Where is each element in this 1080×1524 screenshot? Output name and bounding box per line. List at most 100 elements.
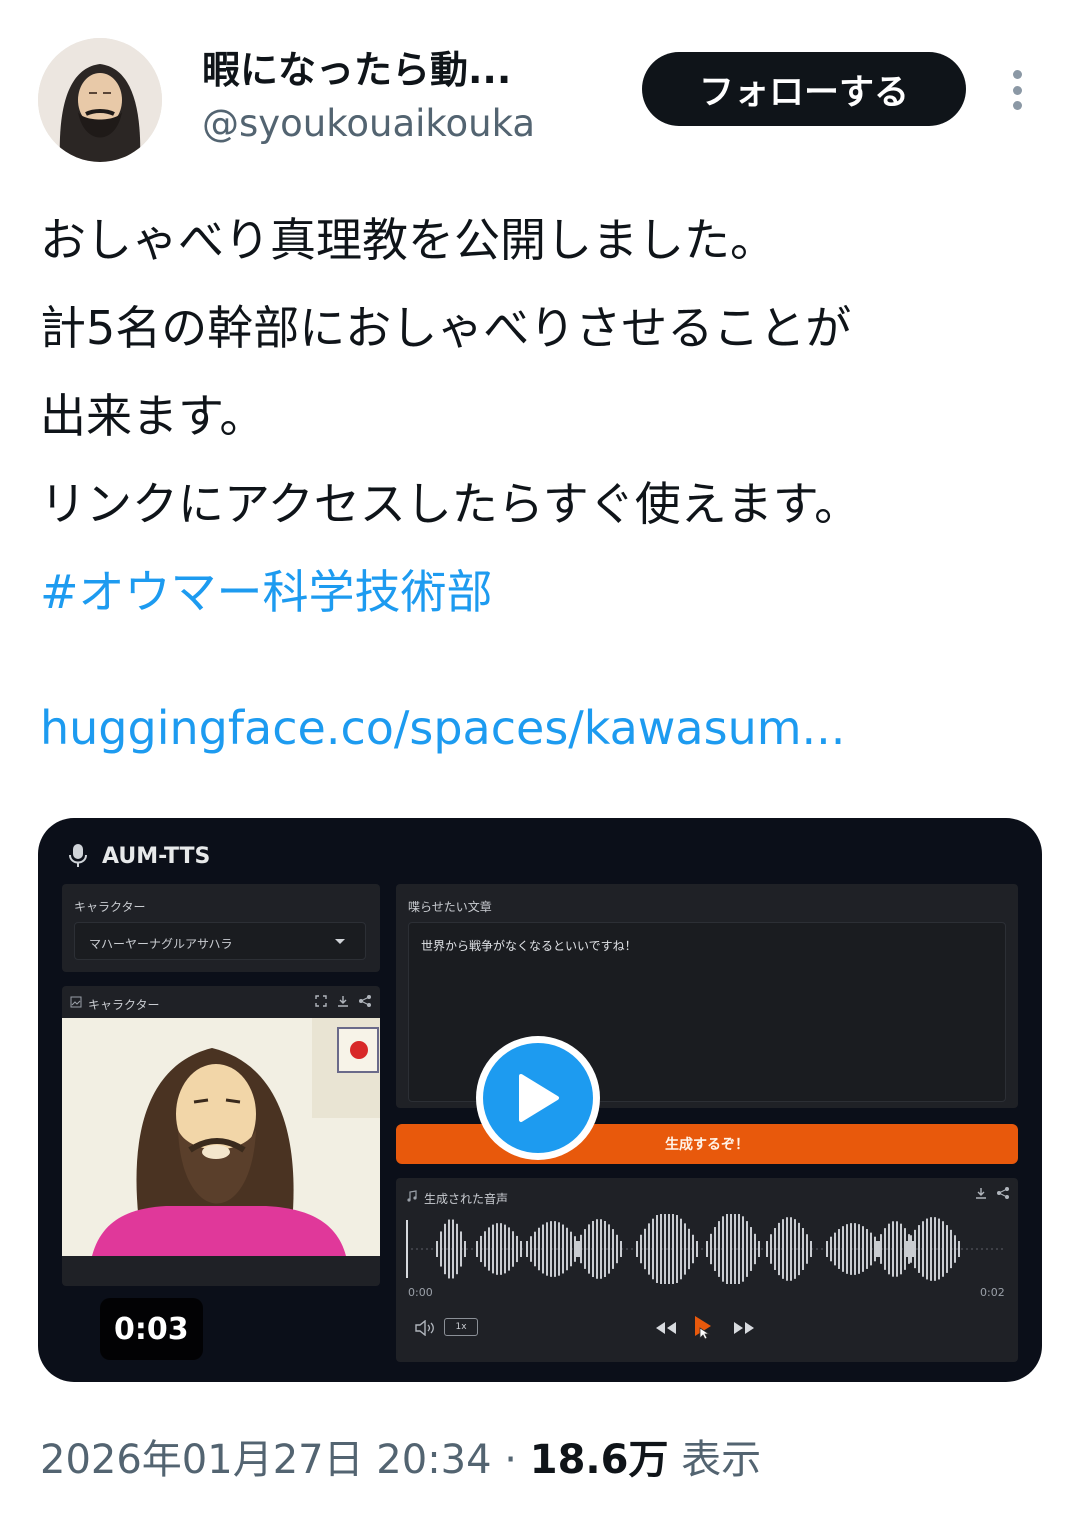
waveform-bar [910,1235,912,1263]
waveform-bar [444,1223,446,1275]
music-note-icon [407,1190,417,1202]
waveform-bar [608,1224,610,1274]
waveform-bar [862,1226,864,1272]
hashtag-link[interactable]: #オウマー科学技術部 [40,548,1050,636]
waveform-bar [884,1228,886,1270]
waveform-bar [554,1221,556,1277]
audio-label: 生成された音声 [424,1192,509,1206]
waveform-bar [542,1224,544,1274]
waveform-bar [838,1229,840,1269]
waveform-bar [710,1233,712,1265]
waveform-bar [612,1229,614,1269]
waveform-bar [874,1236,876,1262]
audio-waveform[interactable] [406,1214,1006,1284]
waveform-bar [562,1224,564,1274]
character-label: キャラクター [74,900,146,914]
user-handle[interactable]: @syoukouaikouka [202,98,535,150]
waveform-bar [738,1214,740,1284]
waveform-bar [580,1234,582,1264]
url-link[interactable]: huggingface.co/spaces/kawasum... [40,690,845,766]
waveform-bar [866,1229,868,1269]
waveform-bar [742,1216,744,1282]
microphone-icon [69,844,87,867]
play-icon[interactable] [692,1314,714,1340]
time-end: 0:02 [980,1286,1005,1299]
waveform-bar [644,1228,646,1270]
waveform-bar [530,1236,532,1262]
waveform-bar [922,1221,924,1277]
share-icon[interactable] [996,1186,1010,1200]
waveform-bar [578,1241,580,1257]
waveform-bar [534,1231,536,1267]
waveform-bar [794,1219,796,1279]
audio-output-panel: 生成された音声 0:00 0:02 1x [396,1178,1018,1362]
waveform-bar [558,1222,560,1276]
waveform-bar [684,1223,686,1275]
waveform-bar [926,1218,928,1280]
more-options-icon[interactable] [1000,66,1034,114]
waveform-bar [464,1241,466,1257]
waveform-bar [906,1241,908,1257]
timestamp[interactable]: 2026年01月27日 20:34 [40,1437,492,1483]
waveform-bar [496,1223,498,1275]
waveform-bar [688,1228,690,1270]
video-duration-badge: 0:03 [100,1298,203,1360]
waveform-bar [566,1227,568,1271]
waveform-bar [592,1220,594,1278]
waveform-bar [958,1241,960,1257]
waveform-bar [842,1226,844,1272]
fullscreen-icon[interactable] [314,994,328,1008]
waveform-bar [492,1224,494,1274]
waveform-bar [656,1215,658,1283]
waveform-bar [880,1234,882,1264]
waveform-bar [648,1223,650,1275]
tweet-header: 暇になったら動... @syoukouaikouka フォローする [0,0,1080,180]
app-title: AUM-TTS [102,843,211,869]
tweet-meta: 2026年01月27日 20:34 · 18.6万 表示 [40,1430,761,1490]
waveform-bar [722,1216,724,1282]
waveform-bar [588,1224,590,1274]
waveform-bar [850,1223,852,1275]
waveform-bar [876,1241,878,1257]
waveform-bar [596,1219,598,1279]
share-icon[interactable] [358,994,372,1008]
waveform-bar [918,1225,920,1273]
waveform-bar [672,1214,674,1284]
tweet-line: 計5名の幹部におしゃべりさせることが [40,301,852,355]
waveform-bar [942,1221,944,1277]
waveform-bar [574,1236,576,1262]
video-media[interactable]: AUM-TTS キャラクター マハーヤーナグルアサハラ キャラクター 喋らせたい… [38,818,1042,1382]
waveform-bar [734,1214,736,1284]
waveform-bar [798,1222,800,1276]
rewind-icon[interactable] [654,1320,678,1336]
waveform-bar [908,1234,910,1264]
waveform-bar [664,1214,666,1284]
waveform-bar [660,1214,662,1284]
waveform-bar [782,1219,784,1279]
waveform-bar [766,1241,768,1257]
volume-icon[interactable] [414,1320,436,1336]
display-name[interactable]: 暇になったら動... [202,44,535,96]
waveform-bar [676,1215,678,1283]
character-dropdown[interactable]: マハーヤーナグルアサハラ [74,922,366,960]
waveform-bar [576,1241,578,1257]
waveform-bar [914,1229,916,1269]
waveform-bar [758,1241,760,1257]
video-play-button[interactable] [476,1036,600,1160]
image-label: キャラクター [88,998,160,1012]
waveform-bar [774,1228,776,1270]
download-icon[interactable] [336,994,350,1008]
avatar[interactable] [38,38,162,162]
waveform-bar [870,1232,872,1266]
waveform-bar [846,1224,848,1274]
follow-button[interactable]: フォローする [642,52,966,126]
download-icon[interactable] [974,1186,988,1200]
waveform-bar [786,1217,788,1281]
waveform-bar [778,1222,780,1276]
tweet-text: おしゃべり真理教を公開しました。 計5名の幹部におしゃべりさせることが 出来ます… [40,196,1050,636]
waveform-bar [954,1235,956,1263]
fast-forward-icon[interactable] [732,1320,756,1336]
app-header: AUM-TTS [68,836,210,876]
playback-speed-button[interactable]: 1x [444,1318,478,1336]
waveform-bar [806,1234,808,1264]
